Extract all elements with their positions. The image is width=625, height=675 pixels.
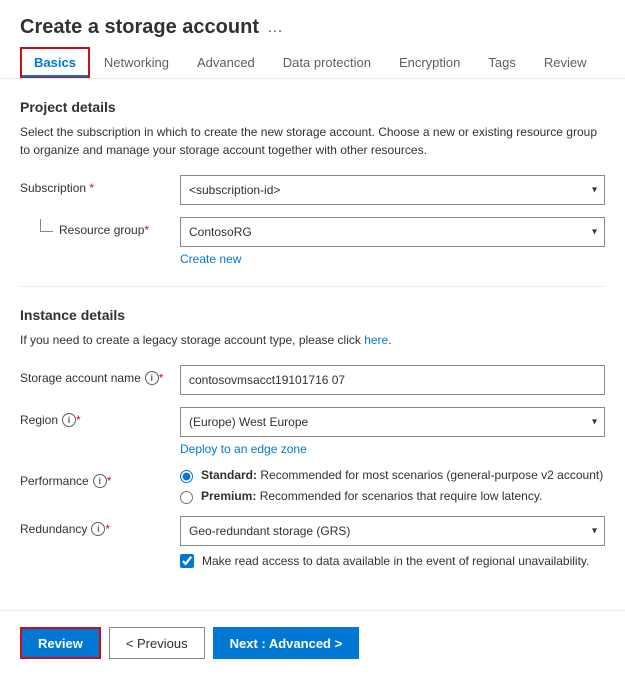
performance-premium-radio[interactable] [180,491,193,504]
storage-name-required: * [159,371,164,385]
read-access-label: Make read access to data available in th… [202,554,589,568]
footer: Review < Previous Next : Advanced > [0,610,625,675]
redundancy-select[interactable]: Geo-redundant storage (GRS) [180,516,605,546]
storage-name-input[interactable] [180,365,605,395]
redundancy-info-icon[interactable]: i [91,522,105,536]
storage-name-label: Storage account name i * [20,365,180,385]
resource-group-required: * [144,223,149,237]
performance-label: Performance i * [20,468,180,488]
performance-info-icon[interactable]: i [93,474,107,488]
tab-tags[interactable]: Tags [474,47,529,78]
region-row: Region i * (Europe) West Europe ▾ Deploy… [20,407,605,456]
performance-premium-option: Premium: Recommended for scenarios that … [180,489,605,504]
region-select[interactable]: (Europe) West Europe [180,407,605,437]
tab-encryption[interactable]: Encryption [385,47,474,78]
tab-networking[interactable]: Networking [90,47,183,78]
tab-advanced[interactable]: Advanced [183,47,269,78]
performance-control: Standard: Recommended for most scenarios… [180,468,605,504]
performance-required: * [107,474,112,488]
tab-review[interactable]: Review [530,47,601,78]
read-access-checkbox[interactable] [180,554,194,568]
next-button[interactable]: Next : Advanced > [213,627,360,659]
performance-standard-radio[interactable] [180,470,193,483]
subscription-row: Subscription * <subscription-id> ▾ [20,175,605,205]
performance-premium-label: Premium: Recommended for scenarios that … [201,489,542,503]
more-options-icon[interactable]: … [267,19,283,37]
project-details-description: Select the subscription in which to crea… [20,123,605,159]
subscription-label: Subscription * [20,175,180,195]
tab-navigation: Basics Networking Advanced Data protecti… [0,47,625,79]
previous-button[interactable]: < Previous [109,627,205,659]
storage-name-control [180,365,605,395]
create-new-resource-group-link[interactable]: Create new [180,252,241,266]
section-divider [20,286,605,287]
tab-basics[interactable]: Basics [20,47,90,78]
subscription-select[interactable]: <subscription-id> [180,175,605,205]
read-access-checkbox-row: Make read access to data available in th… [180,554,605,568]
redundancy-label: Redundancy i * [20,516,180,536]
instance-details-description: If you need to create a legacy storage a… [20,331,605,349]
subscription-control: <subscription-id> ▾ [180,175,605,205]
performance-radio-group: Standard: Recommended for most scenarios… [180,468,605,504]
performance-standard-label: Standard: Recommended for most scenarios… [201,468,603,482]
region-required: * [76,413,81,427]
project-details-heading: Project details [20,99,605,115]
storage-name-row: Storage account name i * [20,365,605,395]
deploy-edge-zone-link[interactable]: Deploy to an edge zone [180,442,307,456]
storage-name-info-icon[interactable]: i [145,371,159,385]
legacy-storage-link[interactable]: here [364,333,388,347]
region-info-icon[interactable]: i [62,413,76,427]
region-control: (Europe) West Europe ▾ Deploy to an edge… [180,407,605,456]
resource-group-row: Resource group * ContosoRG ▾ Create new [20,217,605,266]
review-button[interactable]: Review [20,627,101,659]
resource-group-label: Resource group * [20,217,180,237]
redundancy-control: Geo-redundant storage (GRS) ▾ Make read … [180,516,605,568]
region-label: Region i * [20,407,180,427]
resource-group-control: ContosoRG ▾ Create new [180,217,605,266]
performance-standard-option: Standard: Recommended for most scenarios… [180,468,605,483]
tab-data-protection[interactable]: Data protection [269,47,385,78]
resource-group-select[interactable]: ContosoRG [180,217,605,247]
redundancy-row: Redundancy i * Geo-redundant storage (GR… [20,516,605,568]
page-title: Create a storage account [20,16,259,39]
redundancy-required: * [105,522,110,536]
performance-row: Performance i * Standard: Recommended fo… [20,468,605,504]
subscription-required: * [89,181,94,195]
instance-details-heading: Instance details [20,307,605,323]
